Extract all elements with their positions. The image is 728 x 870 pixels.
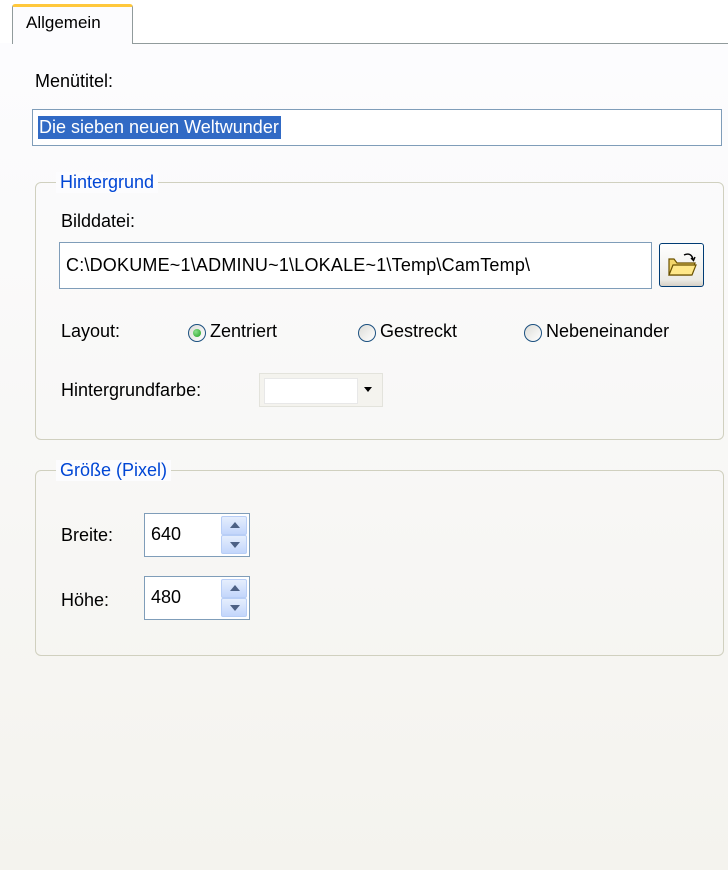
background-group-label: Hintergrund <box>56 172 159 193</box>
menu-title-input[interactable]: Die sieben neuen Weltwunder <box>32 109 722 146</box>
layout-zentriert-radio[interactable] <box>188 324 206 342</box>
tab-label: Allgemein <box>26 13 101 32</box>
radio-selected-dot <box>193 329 201 337</box>
width-decrement-button[interactable] <box>221 535 247 554</box>
layout-gestreckt-label[interactable]: Gestreckt <box>380 321 457 342</box>
image-file-input[interactable]: C:\DOKUME~1\ADMINU~1\LOKALE~1\Temp\CamTe… <box>59 242 652 289</box>
menu-title-label: Menütitel: <box>35 71 114 91</box>
tab-strip: Allgemein <box>0 0 728 44</box>
height-label: Höhe: <box>61 590 110 610</box>
layout-nebeneinander-label[interactable]: Nebeneinander <box>546 321 669 342</box>
dropdown-arrow-icon <box>364 387 372 392</box>
size-group <box>35 470 724 656</box>
image-file-value: C:\DOKUME~1\ADMINU~1\LOKALE~1\Temp\CamTe… <box>66 255 531 275</box>
chevron-up-icon <box>230 522 240 528</box>
chevron-up-icon <box>230 585 240 591</box>
tab-allgemein[interactable]: Allgemein <box>12 4 133 44</box>
background-color-picker[interactable] <box>259 373 383 407</box>
layout-zentriert-label[interactable]: Zentriert <box>210 321 277 342</box>
browse-button[interactable] <box>659 243 704 287</box>
image-file-label: Bilddatei: <box>61 211 136 231</box>
height-spinner[interactable]: 480 <box>144 576 250 620</box>
layout-nebeneinander-radio[interactable] <box>524 324 542 342</box>
width-label: Breite: <box>61 525 114 545</box>
width-increment-button[interactable] <box>221 516 247 535</box>
size-group-label: Größe (Pixel) <box>56 460 172 481</box>
tab-page <box>0 44 728 870</box>
open-folder-icon <box>668 253 697 276</box>
background-color-label: Hintergrundfarbe: <box>61 380 202 400</box>
width-value: 640 <box>151 524 182 544</box>
menu-title-value: Die sieben neuen Weltwunder <box>38 116 281 139</box>
layout-gestreckt-radio[interactable] <box>358 324 376 342</box>
color-swatch <box>264 378 358 404</box>
width-spinner[interactable]: 640 <box>144 513 250 557</box>
height-value: 480 <box>151 587 182 607</box>
height-increment-button[interactable] <box>221 579 247 598</box>
height-decrement-button[interactable] <box>221 598 247 617</box>
chevron-down-icon <box>230 542 240 548</box>
chevron-down-icon <box>230 605 240 611</box>
layout-label: Layout: <box>61 321 121 341</box>
